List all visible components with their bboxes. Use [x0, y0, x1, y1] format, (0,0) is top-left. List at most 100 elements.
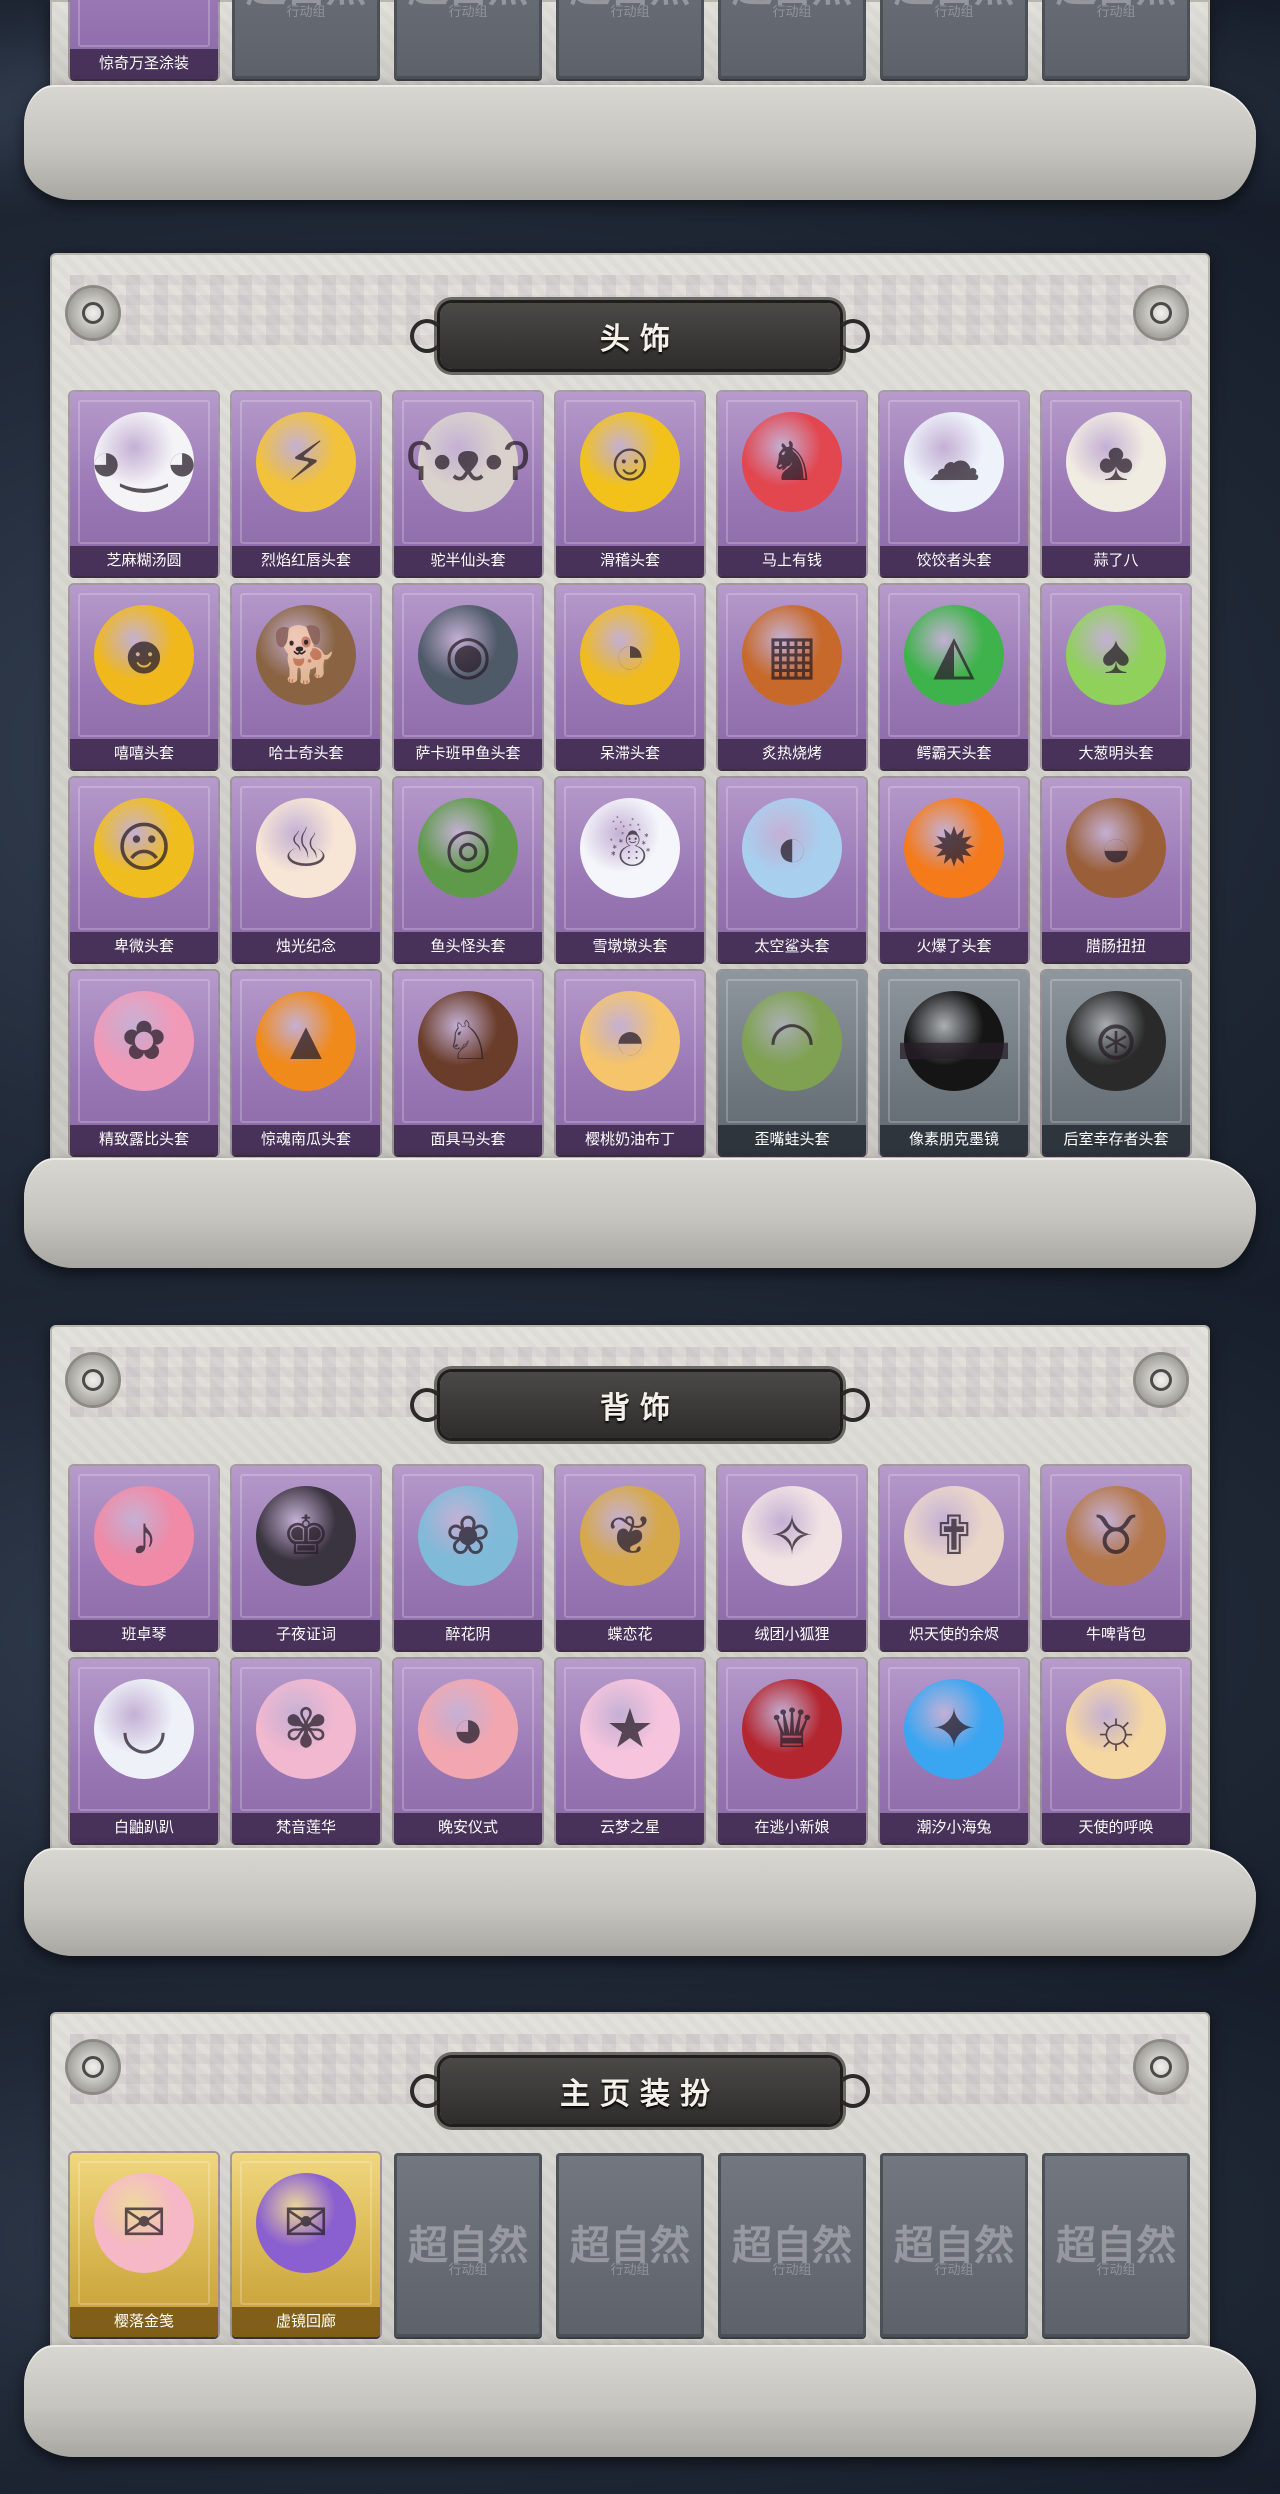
item-card[interactable]: ☁ 饺饺者头套: [880, 392, 1028, 576]
watermark-sub: 行动组: [1096, 4, 1136, 19]
item-name: 子夜证词: [232, 1620, 380, 1650]
item-card[interactable]: ✧ 绒团小狐狸: [718, 1466, 866, 1650]
horse-mask-icon: ♘: [418, 991, 518, 1091]
purple-card-icon: ✉: [256, 2173, 356, 2273]
item-card[interactable]: ♪ 班卓琴: [70, 1466, 218, 1650]
item-card[interactable]: ✹ 火爆了头套: [880, 778, 1028, 962]
item-card[interactable]: ♘ 面具马头套: [394, 971, 542, 1155]
watermark-sub: 行动组: [772, 2262, 812, 2277]
bride-doll-icon: ♛: [742, 1679, 842, 1779]
item-name: 鱼头怪头套: [394, 932, 542, 962]
item-card[interactable]: ▲ 惊魂南瓜头套: [232, 971, 380, 1155]
item-card[interactable]: ♠ 大葱明头套: [1042, 585, 1190, 769]
locked-item-card[interactable]: 超自然行动组: [1042, 2153, 1190, 2337]
locked-item-card[interactable]: 超自然行动组: [1042, 0, 1190, 79]
item-name: 牛啤背包: [1042, 1620, 1190, 1650]
compass-emblem-right: [1136, 288, 1186, 338]
watermark-sub: 行动组: [448, 4, 488, 19]
item-name: 大葱明头套: [1042, 739, 1190, 769]
humble-face-icon: ☹: [94, 798, 194, 898]
item-card[interactable]: ◭ 鳄霸天头套: [880, 585, 1028, 769]
item-name: 火爆了头套: [880, 932, 1028, 962]
item-card[interactable]: ✉ 樱落金笺: [70, 2153, 218, 2337]
item-name: 哈士奇头套: [232, 739, 380, 769]
item-card[interactable]: ☻ 嘻嘻头套: [70, 585, 218, 769]
locked-item-card[interactable]: 超自然行动组: [394, 2153, 542, 2337]
item-card[interactable]: ★ 云梦之星: [556, 1659, 704, 1843]
item-name: 芝麻糊汤圆: [70, 546, 218, 576]
item-card[interactable]: 惊奇万圣涂装: [70, 0, 218, 79]
item-name: 班卓琴: [70, 1620, 218, 1650]
item-card[interactable]: 🐕 哈士奇头套: [232, 585, 380, 769]
husky-head-icon: 🐕: [256, 605, 356, 705]
item-card[interactable]: ✿ 精致露比头套: [70, 971, 218, 1155]
ermine-icon: ◡: [94, 1679, 194, 1779]
item-name: 天使的呼唤: [1042, 1813, 1190, 1843]
locked-item-card[interactable]: 超自然行动组: [232, 0, 380, 79]
item-card[interactable]: ◡ 白鼬趴趴: [70, 1659, 218, 1843]
item-card[interactable]: ❀ 醉花阴: [394, 1466, 542, 1650]
item-card[interactable]: ✾ 梵音莲华: [232, 1659, 380, 1843]
item-card[interactable]: ♞ 马上有钱: [718, 392, 866, 576]
item-name: 腊肠扭扭: [1042, 932, 1190, 962]
locked-item-card[interactable]: 超自然行动组: [718, 0, 866, 79]
item-card[interactable]: ◕‿◕ 芝麻糊汤圆: [70, 392, 218, 576]
locked-item-card[interactable]: 超自然行动组: [718, 2153, 866, 2337]
item-name: 像素朋克墨镜: [880, 1125, 1028, 1155]
item-card[interactable]: ☺ 滑稽头套: [556, 392, 704, 576]
item-card[interactable]: ◉ 萨卡班甲鱼头套: [394, 585, 542, 769]
item-card[interactable]: ♣ 蒜了八: [1042, 392, 1190, 576]
item-name: 烛光纪念: [232, 932, 380, 962]
item-card[interactable]: ♉ 牛啤背包: [1042, 1466, 1190, 1650]
item-name: 马上有钱: [718, 546, 866, 576]
item-card[interactable]: ✦ 潮汐小海兔: [880, 1659, 1028, 1843]
candle-head-icon: ♨: [256, 798, 356, 898]
item-card[interactable]: ❦ 蝶恋花: [556, 1466, 704, 1650]
item-card[interactable]: ☹ 卑微头套: [70, 778, 218, 962]
watermark-sub: 行动组: [610, 2262, 650, 2277]
watermark-sub: 行动组: [772, 4, 812, 19]
item-card[interactable]: ◕ 晚安仪式: [394, 1659, 542, 1843]
item-name: 惊奇万圣涂装: [70, 49, 218, 79]
item-card[interactable]: ▬▬ 像素朋克墨镜: [880, 971, 1028, 1155]
item-name: 萨卡班甲鱼头套: [394, 739, 542, 769]
item-card[interactable]: ☼ 天使的呼唤: [1042, 1659, 1190, 1843]
item-card[interactable]: ◎ 鱼头怪头套: [394, 778, 542, 962]
item-name: 醉花阴: [394, 1620, 542, 1650]
pumpkin-head-icon: ▲: [256, 991, 356, 1091]
locked-item-card[interactable]: 超自然行动组: [556, 0, 704, 79]
item-card[interactable]: ☃ 雪墩墩头套: [556, 778, 704, 962]
fox-icon: ✧: [742, 1486, 842, 1586]
item-name: 晚安仪式: [394, 1813, 542, 1843]
item-card[interactable]: ◠ 歪嘴蛙头套: [718, 971, 866, 1155]
locked-item-card[interactable]: 超自然行动组: [880, 0, 1028, 79]
item-name: 精致露比头套: [70, 1125, 218, 1155]
compass-emblem-left: [68, 288, 118, 338]
item-card[interactable]: ♚ 子夜证词: [232, 1466, 380, 1650]
item-card[interactable]: ⊛ 后室幸存者头套: [1042, 971, 1190, 1155]
dazed-face-icon: ◔: [580, 605, 680, 705]
item-card[interactable]: ◔ 呆滞头套: [556, 585, 704, 769]
card-frame: [78, 0, 210, 47]
gas-mask-icon: ⊛: [1066, 991, 1166, 1091]
item-card[interactable]: ◓ 樱桃奶油布丁: [556, 971, 704, 1155]
item-card[interactable]: ♛ 在逃小新娘: [718, 1659, 866, 1843]
locked-item-card[interactable]: 超自然行动组: [394, 0, 542, 79]
item-card[interactable]: ✉ 虚镜回廊: [232, 2153, 380, 2337]
watermark-sub: 行动组: [448, 2262, 488, 2277]
flower-ornament-icon: ❀: [418, 1486, 518, 1586]
item-card[interactable]: ʕ•ᴥ•ʔ 驼半仙头套: [394, 392, 542, 576]
item-card[interactable]: ✟ 炽天使的余烬: [880, 1466, 1028, 1650]
item-card[interactable]: ▦ 炙热烧烤: [718, 585, 866, 769]
pig-doll-icon: ◕: [418, 1679, 518, 1779]
item-card[interactable]: ⚡ 烈焰红唇头套: [232, 392, 380, 576]
item-card[interactable]: ◐ 太空鲨头套: [718, 778, 866, 962]
item-name: 饺饺者头套: [880, 546, 1028, 576]
red-horse-icon: ♞: [742, 412, 842, 512]
watermark-sub: 行动组: [934, 4, 974, 19]
item-card[interactable]: ♨ 烛光纪念: [232, 778, 380, 962]
item-card[interactable]: ◒ 腊肠扭扭: [1042, 778, 1190, 962]
scroll-bottom: [24, 85, 1256, 200]
locked-item-card[interactable]: 超自然行动组: [880, 2153, 1028, 2337]
locked-item-card[interactable]: 超自然行动组: [556, 2153, 704, 2337]
